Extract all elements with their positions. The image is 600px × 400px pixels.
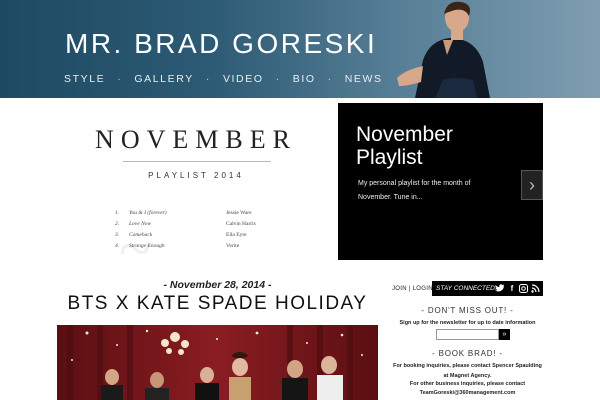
track-number: 2. [115,220,120,227]
rss-icon[interactable] [530,283,540,294]
track-number: 1. [115,209,120,216]
facebook-icon[interactable]: f [507,283,517,294]
join-login-link[interactable]: JOIN | LOGIN [392,286,433,292]
stay-connected-label: STAY CONNECTED: [436,285,497,292]
track-song: Love Now [129,220,152,227]
newsletter-email-input[interactable] [436,329,499,340]
nav-separator: · [327,73,333,85]
twitter-icon[interactable] [495,283,505,294]
booking-text: For booking inquiries, please contact Sp… [393,363,542,379]
playlist-image-title: NOVEMBER [95,125,297,154]
feature-caption-panel[interactable]: November Playlist My personal playlist f… [338,103,543,260]
track-row: 4. Strange Enough Verite [115,240,256,251]
track-artist: Calvin Harris [226,220,256,227]
track-number: 3. [115,231,120,238]
main-nav: STYLE · GALLERY · VIDEO · BIO · NEWS [64,73,383,85]
divider [123,161,271,162]
track-song: Strange Enough [129,242,165,249]
site-header: MR. BRAD GORESKI STYLE · GALLERY · VIDEO… [0,0,600,98]
post-title[interactable]: BTS X KATE SPADE HOLIDAY [57,293,378,315]
site-title[interactable]: MR. BRAD GORESKI [65,28,377,60]
nav-news[interactable]: NEWS [345,73,383,85]
feature-description: My personal playlist for the month of No… [358,180,471,201]
header-portrait [397,1,490,98]
playlist-image[interactable]: ~ NOVEMBER PLAYLIST 2014 1. You & I (for… [57,103,335,260]
nav-style[interactable]: STYLE [64,73,105,85]
post-image[interactable] [57,325,378,400]
nav-separator: · [117,73,123,85]
instagram-icon[interactable] [518,283,528,294]
post-date: - November 28, 2014 - [163,279,272,291]
playlist-image-subtitle: PLAYLIST 2014 [148,171,244,180]
track-artist: Ella Eyre [226,231,247,238]
track-row: 2. Love Now Calvin Harris [115,218,256,229]
newsletter-submit-button[interactable]: » [499,329,510,340]
party-photo [57,325,378,400]
track-number: 4. [115,242,120,249]
track-song: You & I (forever) [129,209,167,216]
track-song: Comeback [129,231,153,238]
track-artist: Verite [226,242,240,249]
track-list: 1. You & I (forever) Jessie Ware 2. Love… [115,207,256,251]
feature-title[interactable]: November Playlist [356,123,506,169]
nav-separator: · [275,73,281,85]
booking-heading: - BOOK BRAD! - [432,349,503,358]
nav-bio[interactable]: BIO [293,73,316,85]
booking-email-link[interactable]: TeamGoreski@360management.com [392,389,543,399]
track-row: 3. Comeback Ella Eyre [115,229,256,240]
nav-video[interactable]: VIDEO [223,73,264,85]
nav-separator: · [205,73,211,85]
track-artist: Jessie Ware [226,209,252,216]
newsletter-text: Sign up for the newsletter for up to dat… [399,320,536,326]
slider-next-button[interactable]: › [521,170,543,200]
nav-gallery[interactable]: GALLERY [134,73,193,85]
track-row: 1. You & I (forever) Jessie Ware [115,207,256,218]
newsletter-heading: - DON'T MISS OUT! - [421,306,514,315]
